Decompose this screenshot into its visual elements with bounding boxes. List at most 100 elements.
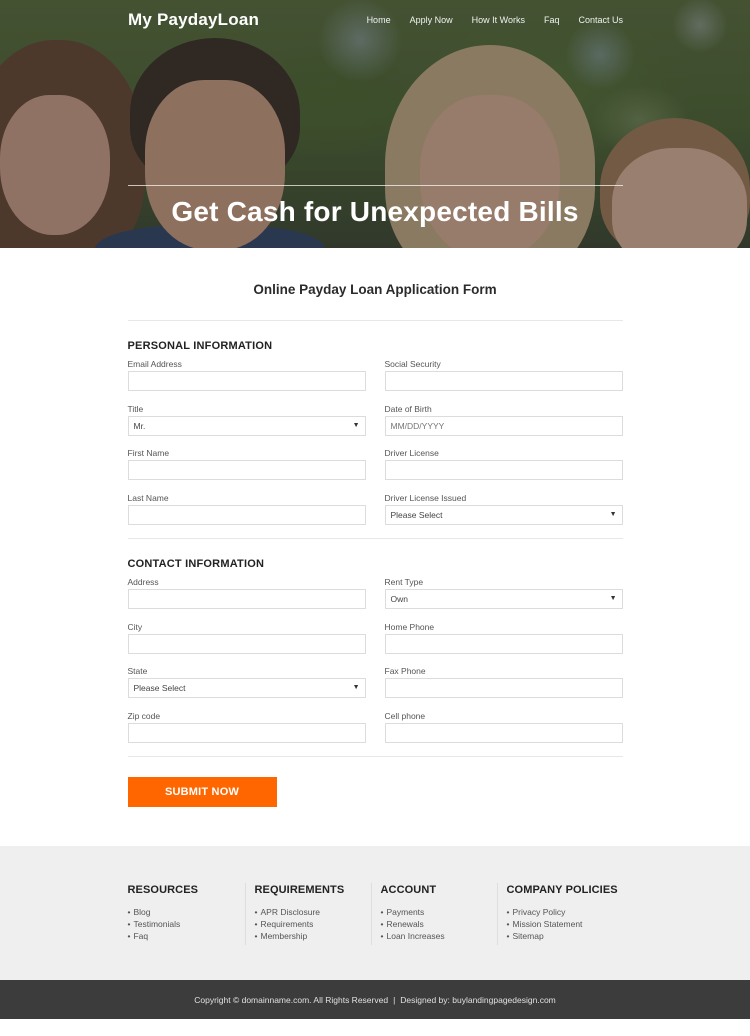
first-name-field-group: First Name	[127, 447, 366, 492]
footer-link-text[interactable]: Renewals	[386, 919, 423, 929]
footer-link-sitemap[interactable]: • Sitemap	[507, 930, 623, 942]
footer-link-blog[interactable]: • Blog	[128, 906, 245, 918]
dropdown-arrow-icon: ▼	[609, 595, 617, 602]
contact-info-heading: CONTACT INFORMATION	[127, 558, 265, 570]
last-name-input[interactable]	[127, 504, 366, 525]
footer-links: RESOURCES • Blog • Testimonials • Faq REQUI…	[0, 846, 750, 980]
dropdown-arrow-icon: ▼	[352, 421, 360, 429]
footer-col-company-policies: COMPANY POLICIES • Privacy Policy • Missio…	[496, 883, 623, 945]
home-phone-field-group: Home Phone	[384, 621, 623, 666]
city-label: City	[127, 621, 143, 632]
fax-phone-field-group: Fax Phone	[384, 665, 623, 710]
footer-link-faq[interactable]: • Faq	[128, 930, 245, 942]
footer-link-text[interactable]: Blog	[133, 907, 150, 917]
application-form: Online Payday Loan Application Form PERS…	[127, 248, 623, 807]
fax-phone-label: Fax Phone	[384, 666, 426, 676]
dob-input[interactable]	[384, 415, 623, 436]
footer-link-text[interactable]: Faq	[133, 931, 148, 941]
submit-button[interactable]: SUBMIT NOW	[127, 777, 277, 807]
copyright-bar: Copyright © domainname.com. All Rights R…	[0, 980, 750, 1019]
rent-type-select-value: Own	[390, 594, 408, 604]
bullet-icon: •	[127, 919, 131, 929]
footer-link-apr-disclosure[interactable]: • APR Disclosure	[255, 906, 371, 918]
personal-info-heading: PERSONAL INFORMATION	[127, 340, 273, 352]
nav-how-it-works[interactable]: How It Works	[472, 15, 525, 25]
personal-info-grid: Email Address Social Security Title Mr. …	[127, 358, 623, 537]
footer-link-payments[interactable]: • Payments	[381, 906, 497, 918]
driver-license-input[interactable]	[384, 460, 623, 480]
rent-type-select[interactable]: Own ▼	[384, 589, 623, 609]
zip-label: Zip code	[127, 710, 161, 721]
footer-link-text[interactable]: Requirements	[260, 919, 313, 929]
footer-link-text[interactable]: Payments	[386, 907, 424, 917]
contact-info-grid: Address Rent Type Own ▼ City Home Phone …	[127, 576, 623, 754]
cell-phone-label: Cell phone	[384, 710, 426, 721]
fax-phone-input[interactable]	[384, 678, 623, 698]
dropdown-arrow-icon: ▼	[609, 510, 617, 518]
footer-link-renewals[interactable]: • Renewals	[381, 918, 497, 930]
city-input[interactable]	[127, 633, 366, 654]
footer-link-text[interactable]: Privacy Policy	[512, 907, 565, 917]
footer-link-text[interactable]: Mission Statement	[512, 919, 582, 929]
address-input[interactable]	[127, 589, 366, 609]
bullet-icon: •	[506, 931, 510, 941]
footer-link-testimonials[interactable]: • Testimonials	[128, 918, 245, 930]
email-input[interactable]	[127, 371, 366, 391]
footer-list: • Blog • Testimonials • Faq	[128, 906, 245, 942]
nav-apply-now[interactable]: Apply Now	[410, 15, 453, 25]
ssn-label: Social Security	[384, 359, 441, 369]
city-field-group: City	[127, 621, 366, 666]
dob-field-group: Date of Birth	[384, 403, 623, 448]
footer-link-mission-statement[interactable]: • Mission Statement	[507, 918, 623, 930]
hero-banner: My PaydayLoan Home Apply Now How It Work…	[0, 0, 750, 248]
zip-input[interactable]	[127, 722, 366, 743]
footer-list: • APR Disclosure • Requirements • Membershi…	[255, 906, 371, 942]
divider	[127, 538, 623, 539]
license-issued-label: Driver License Issued	[384, 492, 467, 503]
bullet-icon: •	[506, 919, 510, 929]
bullet-icon: •	[127, 907, 131, 917]
footer-col-account: ACCOUNT • Payments • Renewals • Loan Increa…	[370, 883, 497, 945]
bullet-icon: •	[380, 907, 384, 917]
footer-link-text[interactable]: APR Disclosure	[260, 907, 320, 917]
site-logo[interactable]: My PaydayLoan	[128, 10, 259, 30]
hero-title: Get Cash for Unexpected Bills	[171, 196, 579, 227]
footer-link-privacy-policy[interactable]: • Privacy Policy	[507, 906, 623, 918]
cell-phone-input[interactable]	[384, 722, 623, 743]
footer-link-text[interactable]: Sitemap	[512, 931, 543, 941]
footer-link-membership[interactable]: • Membership	[255, 930, 371, 942]
license-issued-select[interactable]: Please Select ▼	[384, 504, 623, 525]
footer-list: • Payments • Renewals • Loan Increases	[381, 906, 497, 942]
state-field-group: State Please Select ▼	[127, 665, 366, 710]
last-name-field-group: Last Name	[127, 492, 366, 537]
rent-type-field-group: Rent Type Own ▼	[384, 576, 623, 621]
nav-contact-us[interactable]: Contact Us	[578, 15, 623, 25]
driver-license-field-group: Driver License	[384, 447, 623, 492]
footer-col-resources: RESOURCES • Blog • Testimonials • Faq	[128, 883, 245, 945]
address-label: Address	[127, 577, 159, 587]
nav-faq[interactable]: Faq	[544, 15, 560, 25]
nav-home[interactable]: Home	[367, 15, 391, 25]
footer-link-text[interactable]: Loan Increases	[386, 931, 444, 941]
first-name-input[interactable]	[127, 460, 366, 480]
footer-link-requirements[interactable]: • Requirements	[255, 918, 371, 930]
footer-link-text[interactable]: Membership	[260, 931, 307, 941]
title-select-value: Mr.	[133, 420, 146, 431]
bullet-icon: •	[254, 907, 258, 917]
footer-heading: RESOURCES	[127, 884, 199, 896]
title-select[interactable]: Mr. ▼	[127, 415, 366, 436]
bullet-icon: •	[380, 931, 384, 941]
license-issued-field-group: Driver License Issued Please Select ▼	[384, 492, 623, 537]
state-select[interactable]: Please Select ▼	[127, 678, 366, 698]
driver-license-label: Driver License	[384, 448, 439, 458]
footer-col-requirements: REQUIREMENTS • APR Disclosure • Requiremen…	[244, 883, 371, 945]
footer-link-loan-increases[interactable]: • Loan Increases	[381, 930, 497, 942]
ssn-field-group: Social Security	[384, 358, 623, 403]
ssn-input[interactable]	[384, 371, 623, 391]
footer-heading: ACCOUNT	[380, 884, 437, 896]
footer-link-text[interactable]: Testimonials	[133, 919, 180, 929]
designer-credit-link[interactable]: Designed by: buylandingpagedesign.com	[400, 995, 555, 1005]
home-phone-input[interactable]	[384, 633, 623, 654]
license-issued-select-value: Please Select	[390, 509, 443, 520]
state-label: State	[127, 666, 148, 676]
